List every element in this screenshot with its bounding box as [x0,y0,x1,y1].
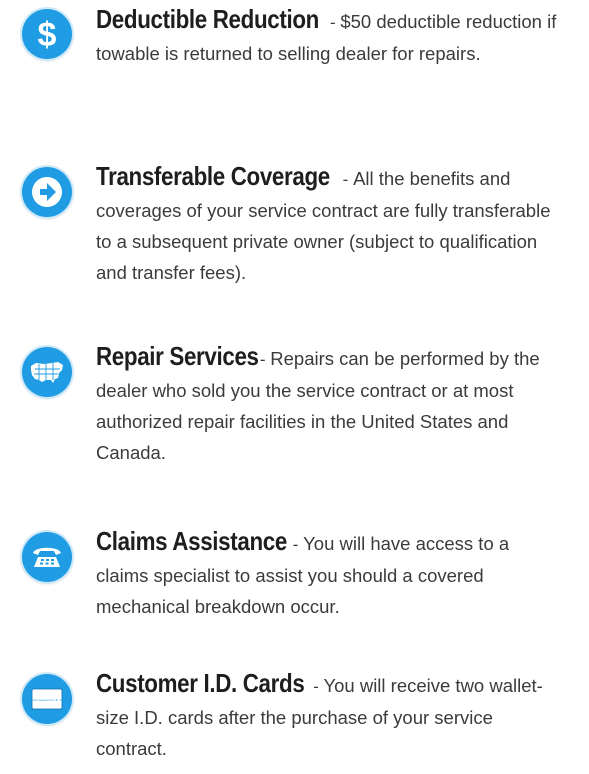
feature-separator: - [288,535,304,554]
id-card-icon: Service Agreement I.D. Card [22,674,72,724]
feature-text: Deductible Reduction - $50 deductible re… [96,4,566,69]
feature-text: Customer I.D. Cards - You will receive t… [96,668,566,764]
arrow-right-icon [22,167,72,217]
svg-text:$: $ [38,16,57,54]
feature-title: Claims Assistance [96,526,287,556]
id-card-label: Service Agreement I.D. Card [28,698,67,702]
feature-title: Customer I.D. Cards [96,668,305,698]
telephone-icon [22,532,72,582]
feature-text: Repair Services - Repairs can be perform… [96,341,566,468]
feature-title: Transferable Coverage [96,161,330,191]
feature-separator: - [325,13,341,32]
feature-title: Deductible Reduction [96,4,319,34]
feature-title: Repair Services [96,341,259,371]
feature-text: Claims Assistance - You will have access… [96,526,566,622]
dollar-icon: $ [22,9,72,59]
feature-separator: - [337,170,354,189]
feature-separator: - [308,677,324,696]
us-map-icon [22,347,72,397]
feature-text: Transferable Coverage - All the benefits… [96,161,566,288]
